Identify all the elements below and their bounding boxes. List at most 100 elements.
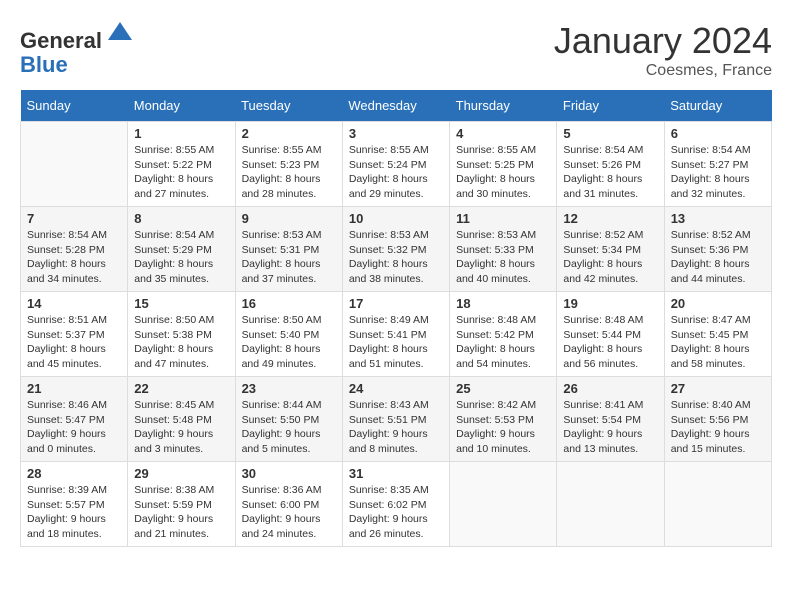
calendar-cell: 11 Sunrise: 8:53 AMSunset: 5:33 PMDayligh… [450,207,557,292]
day-info: Sunrise: 8:43 AMSunset: 5:51 PMDaylight:… [349,398,443,457]
day-info: Sunrise: 8:51 AMSunset: 5:37 PMDaylight:… [27,313,121,372]
calendar-table: SundayMondayTuesdayWednesdayThursdayFrid… [20,90,772,547]
day-number: 6 [671,126,765,141]
day-info: Sunrise: 8:53 AMSunset: 5:32 PMDaylight:… [349,228,443,287]
calendar-cell: 27 Sunrise: 8:40 AMSunset: 5:56 PMDayligh… [664,377,771,462]
logo-icon [106,20,134,48]
calendar-cell [450,462,557,547]
day-info: Sunrise: 8:53 AMSunset: 5:31 PMDaylight:… [242,228,336,287]
calendar-cell: 26Sunrise: 8:41 AMSunset: 5:54 PMDayligh… [557,377,664,462]
col-header-thursday: Thursday [450,90,557,122]
calendar-cell: 28 Sunrise: 8:39 AMSunset: 5:57 PMDayligh… [21,462,128,547]
logo: General Blue [20,20,134,77]
day-info: Sunrise: 8:53 AMSunset: 5:33 PMDaylight:… [456,228,550,287]
day-info: Sunrise: 8:54 AMSunset: 5:26 PMDaylight:… [563,143,657,202]
day-info: Sunrise: 8:48 AMSunset: 5:42 PMDaylight:… [456,313,550,372]
day-number: 31 [349,466,443,481]
calendar-cell: 13 Sunrise: 8:52 AMSunset: 5:36 PMDayligh… [664,207,771,292]
calendar-cell: 6 Sunrise: 8:54 AMSunset: 5:27 PMDaylight… [664,122,771,207]
calendar-cell: 4 Sunrise: 8:55 AMSunset: 5:25 PMDaylight… [450,122,557,207]
day-number: 14 [27,296,121,311]
day-number: 10 [349,211,443,226]
calendar-cell: 7 Sunrise: 8:54 AMSunset: 5:28 PMDaylight… [21,207,128,292]
day-number: 13 [671,211,765,226]
day-number: 15 [134,296,228,311]
calendar-cell: 10 Sunrise: 8:53 AMSunset: 5:32 PMDayligh… [342,207,449,292]
day-info: Sunrise: 8:42 AMSunset: 5:53 PMDaylight:… [456,398,550,457]
day-info: Sunrise: 8:54 AMSunset: 5:28 PMDaylight:… [27,228,121,287]
day-info: Sunrise: 8:40 AMSunset: 5:56 PMDaylight:… [671,398,765,457]
calendar-cell: 1 Sunrise: 8:55 AMSunset: 5:22 PMDaylight… [128,122,235,207]
calendar-cell [664,462,771,547]
day-info: Sunrise: 8:55 AMSunset: 5:25 PMDaylight:… [456,143,550,202]
day-info: Sunrise: 8:49 AMSunset: 5:41 PMDaylight:… [349,313,443,372]
calendar-cell: 2 Sunrise: 8:55 AMSunset: 5:23 PMDaylight… [235,122,342,207]
col-header-wednesday: Wednesday [342,90,449,122]
col-header-friday: Friday [557,90,664,122]
day-number: 18 [456,296,550,311]
calendar-cell: 8 Sunrise: 8:54 AMSunset: 5:29 PMDaylight… [128,207,235,292]
day-number: 23 [242,381,336,396]
day-number: 24 [349,381,443,396]
day-number: 3 [349,126,443,141]
day-number: 30 [242,466,336,481]
day-info: Sunrise: 8:54 AMSunset: 5:27 PMDaylight:… [671,143,765,202]
day-number: 26 [563,381,657,396]
day-number: 17 [349,296,443,311]
calendar-cell: 14 Sunrise: 8:51 AMSunset: 5:37 PMDayligh… [21,292,128,377]
day-info: Sunrise: 8:39 AMSunset: 5:57 PMDaylight:… [27,483,121,542]
day-info: Sunrise: 8:46 AMSunset: 5:47 PMDaylight:… [27,398,121,457]
day-number: 5 [563,126,657,141]
col-header-monday: Monday [128,90,235,122]
day-info: Sunrise: 8:52 AMSunset: 5:34 PMDaylight:… [563,228,657,287]
day-number: 1 [134,126,228,141]
calendar-cell: 12Sunrise: 8:52 AMSunset: 5:34 PMDayligh… [557,207,664,292]
day-info: Sunrise: 8:55 AMSunset: 5:22 PMDaylight:… [134,143,228,202]
calendar-cell [557,462,664,547]
day-number: 22 [134,381,228,396]
day-info: Sunrise: 8:50 AMSunset: 5:40 PMDaylight:… [242,313,336,372]
col-header-saturday: Saturday [664,90,771,122]
day-number: 8 [134,211,228,226]
day-number: 7 [27,211,121,226]
day-number: 4 [456,126,550,141]
calendar-cell: 18 Sunrise: 8:48 AMSunset: 5:42 PMDayligh… [450,292,557,377]
day-number: 9 [242,211,336,226]
calendar-cell: 21 Sunrise: 8:46 AMSunset: 5:47 PMDayligh… [21,377,128,462]
calendar-cell: 23 Sunrise: 8:44 AMSunset: 5:50 PMDayligh… [235,377,342,462]
day-info: Sunrise: 8:55 AMSunset: 5:23 PMDaylight:… [242,143,336,202]
day-number: 2 [242,126,336,141]
day-number: 21 [27,381,121,396]
day-number: 20 [671,296,765,311]
day-info: Sunrise: 8:45 AMSunset: 5:48 PMDaylight:… [134,398,228,457]
day-info: Sunrise: 8:36 AMSunset: 6:00 PMDaylight:… [242,483,336,542]
calendar-cell: 16 Sunrise: 8:50 AMSunset: 5:40 PMDayligh… [235,292,342,377]
day-number: 11 [456,211,550,226]
day-number: 27 [671,381,765,396]
day-number: 28 [27,466,121,481]
calendar-cell: 30 Sunrise: 8:36 AMSunset: 6:00 PMDayligh… [235,462,342,547]
calendar-cell: 31 Sunrise: 8:35 AMSunset: 6:02 PMDayligh… [342,462,449,547]
day-info: Sunrise: 8:48 AMSunset: 5:44 PMDaylight:… [563,313,657,372]
day-info: Sunrise: 8:44 AMSunset: 5:50 PMDaylight:… [242,398,336,457]
day-info: Sunrise: 8:52 AMSunset: 5:36 PMDaylight:… [671,228,765,287]
calendar-cell: 29Sunrise: 8:38 AMSunset: 5:59 PMDayligh… [128,462,235,547]
location: Coesmes, France [554,62,772,80]
calendar-cell: 5 Sunrise: 8:54 AMSunset: 5:26 PMDaylight… [557,122,664,207]
calendar-cell: 20Sunrise: 8:47 AMSunset: 5:45 PMDayligh… [664,292,771,377]
day-number: 19 [563,296,657,311]
calendar-cell: 19 Sunrise: 8:48 AMSunset: 5:44 PMDayligh… [557,292,664,377]
day-info: Sunrise: 8:35 AMSunset: 6:02 PMDaylight:… [349,483,443,542]
day-number: 25 [456,381,550,396]
day-info: Sunrise: 8:50 AMSunset: 5:38 PMDaylight:… [134,313,228,372]
day-number: 16 [242,296,336,311]
page-header: General Blue January 2024 Coesmes, Franc… [20,20,772,80]
day-number: 29 [134,466,228,481]
day-info: Sunrise: 8:54 AMSunset: 5:29 PMDaylight:… [134,228,228,287]
calendar-cell [21,122,128,207]
col-header-sunday: Sunday [21,90,128,122]
calendar-cell: 17 Sunrise: 8:49 AMSunset: 5:41 PMDayligh… [342,292,449,377]
calendar-cell: 3Sunrise: 8:55 AMSunset: 5:24 PMDaylight… [342,122,449,207]
logo-blue: Blue [20,52,68,77]
calendar-cell: 22 Sunrise: 8:45 AMSunset: 5:48 PMDayligh… [128,377,235,462]
